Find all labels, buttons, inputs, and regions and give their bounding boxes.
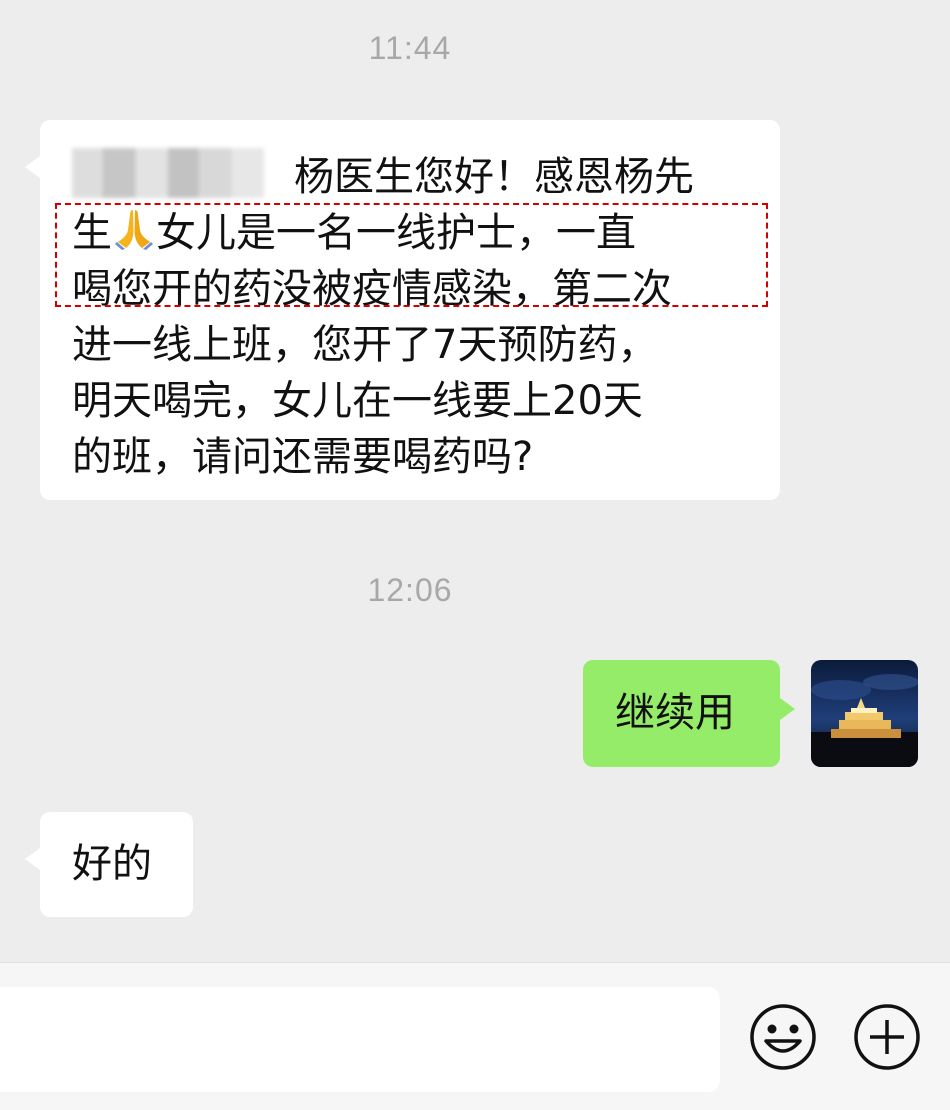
timestamp: 12:06: [367, 572, 453, 608]
message-text: 杨医生您好！感恩杨先 生 女儿是一名一线护士，一直 喝您开的药没被疫情感染，第二…: [72, 148, 694, 485]
message-line-6: 的班，请问还需要喝药吗?: [72, 434, 534, 480]
chat-input-bar: [0, 962, 950, 1110]
incoming-message-bubble[interactable]: 杨医生您好！感恩杨先 生 女儿是一名一线护士，一直 喝您开的药没被疫情感染，第二…: [25, 120, 780, 500]
plus-circle-icon[interactable]: [853, 1003, 921, 1071]
timestamp: 11:44: [368, 30, 452, 66]
message-text: 好的: [72, 841, 152, 887]
message-text: 继续用: [615, 690, 735, 736]
avatar[interactable]: [811, 660, 918, 767]
incoming-message-bubble[interactable]: 好的: [25, 812, 193, 917]
message-line-4: 进一线上班，您开了7天预防药，: [72, 322, 658, 368]
message-input[interactable]: [0, 987, 720, 1092]
smiley-face-icon[interactable]: [749, 1003, 817, 1071]
avatar-image: [811, 660, 918, 767]
outgoing-message-bubble[interactable]: 继续用: [583, 660, 795, 767]
message-line-1: 杨医生您好！感恩杨先: [294, 154, 694, 200]
highlight-annotation-box: [55, 203, 768, 307]
blurred-name: [72, 148, 264, 198]
message-line-5: 明天喝完，女儿在一线要上20天: [72, 378, 643, 424]
